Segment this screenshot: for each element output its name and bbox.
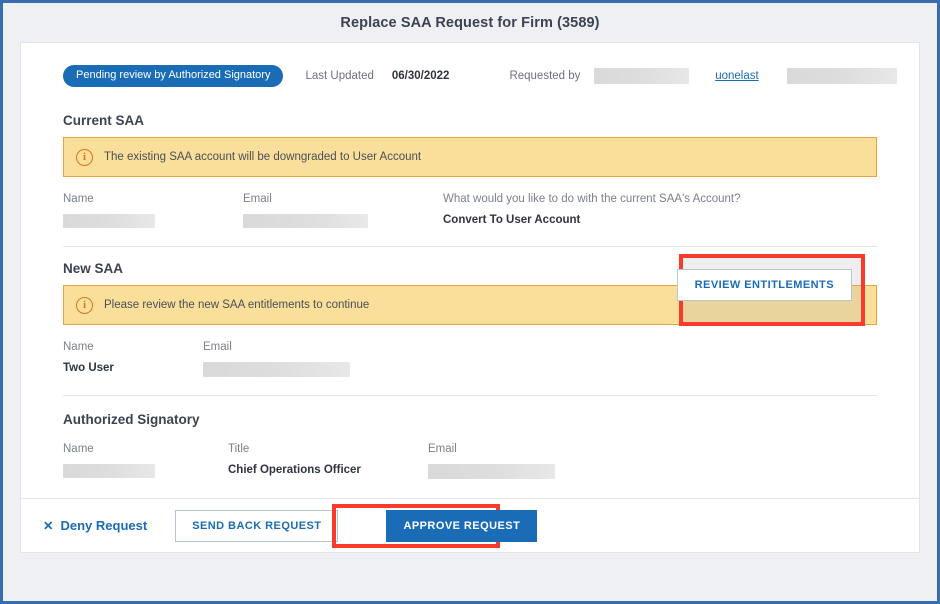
field-label-name: Name: [63, 443, 228, 455]
signatory-title-value: Chief Operations Officer: [228, 464, 428, 476]
page-title: Replace SAA Request for Firm (3589): [3, 3, 937, 42]
current-saa-fields: Name Email What would you like to do wit…: [43, 177, 897, 228]
field-label-title: Title: [228, 443, 428, 455]
approve-request-button[interactable]: APPROVE REQUEST: [386, 510, 537, 542]
current-saa-alert: i The existing SAA account will be downg…: [63, 137, 877, 177]
authorized-signatory-fields: Name Title Chief Operations Officer Emai…: [43, 427, 897, 479]
action-bar: ✕ Deny Request SEND BACK REQUEST APPROVE…: [21, 498, 919, 552]
new-saa-email-field: Email: [203, 341, 350, 377]
deny-request-button[interactable]: ✕ Deny Request: [43, 518, 147, 533]
signatory-name-field: Name: [63, 443, 228, 479]
new-saa-fields: Name Two User Email: [43, 325, 897, 377]
last-updated-value: 06/30/2022: [392, 70, 450, 82]
status-badge: Pending review by Authorized Signatory: [63, 65, 283, 87]
current-saa-account-action-value: Convert To User Account: [443, 214, 741, 226]
new-saa-name-value: Two User: [63, 362, 203, 374]
new-saa-email-value-redacted: [203, 362, 350, 377]
profile-link[interactable]: uonelast: [715, 70, 758, 82]
field-label-email: Email: [203, 341, 350, 353]
new-saa-header: New SAA REVIEW ENTITLEMENTS: [43, 247, 897, 276]
request-detail-card: Pending review by Authorized Signatory L…: [20, 42, 920, 553]
field-label-email: Email: [243, 193, 443, 205]
card-body: Pending review by Authorized Signatory L…: [21, 43, 919, 498]
section-title-current-saa: Current SAA: [43, 113, 897, 128]
field-label-email: Email: [428, 443, 555, 455]
current-saa-name-field: Name: [63, 193, 243, 228]
review-entitlements-button[interactable]: REVIEW ENTITLEMENTS: [677, 269, 852, 301]
current-saa-account-action-field: What would you like to do with the curre…: [443, 193, 741, 228]
app-window: { "page": { "title": "Replace SAA Reques…: [0, 0, 940, 604]
send-back-request-button[interactable]: SEND BACK REQUEST: [175, 510, 338, 542]
request-header-row: Pending review by Authorized Signatory L…: [43, 43, 897, 87]
field-label-name: Name: [63, 341, 203, 353]
signatory-email-field: Email: [428, 443, 555, 479]
current-saa-alert-text: The existing SAA account will be downgra…: [104, 151, 421, 163]
requested-by-label: Requested by: [509, 70, 580, 82]
field-label-name: Name: [63, 193, 243, 205]
signatory-title-field: Title Chief Operations Officer: [228, 443, 428, 479]
last-updated-label: Last Updated: [305, 70, 373, 82]
current-saa-name-value-redacted: [63, 214, 155, 228]
info-icon: i: [76, 149, 93, 166]
signatory-email-value-redacted: [428, 464, 555, 479]
close-x-icon: ✕: [43, 518, 53, 533]
new-saa-alert-text: Please review the new SAA entitlements t…: [104, 299, 369, 311]
header-trailing-value-redacted: [787, 68, 897, 84]
section-title-authorized-signatory: Authorized Signatory: [43, 412, 897, 427]
new-saa-name-field: Name Two User: [63, 341, 203, 377]
current-saa-email-field: Email: [243, 193, 443, 228]
signatory-name-value-redacted: [63, 464, 155, 478]
deny-request-label: Deny Request: [60, 518, 147, 533]
info-icon: i: [76, 297, 93, 314]
current-saa-email-value-redacted: [243, 214, 368, 228]
field-label-account-action: What would you like to do with the curre…: [443, 193, 741, 205]
requested-by-value-redacted: [594, 68, 689, 84]
